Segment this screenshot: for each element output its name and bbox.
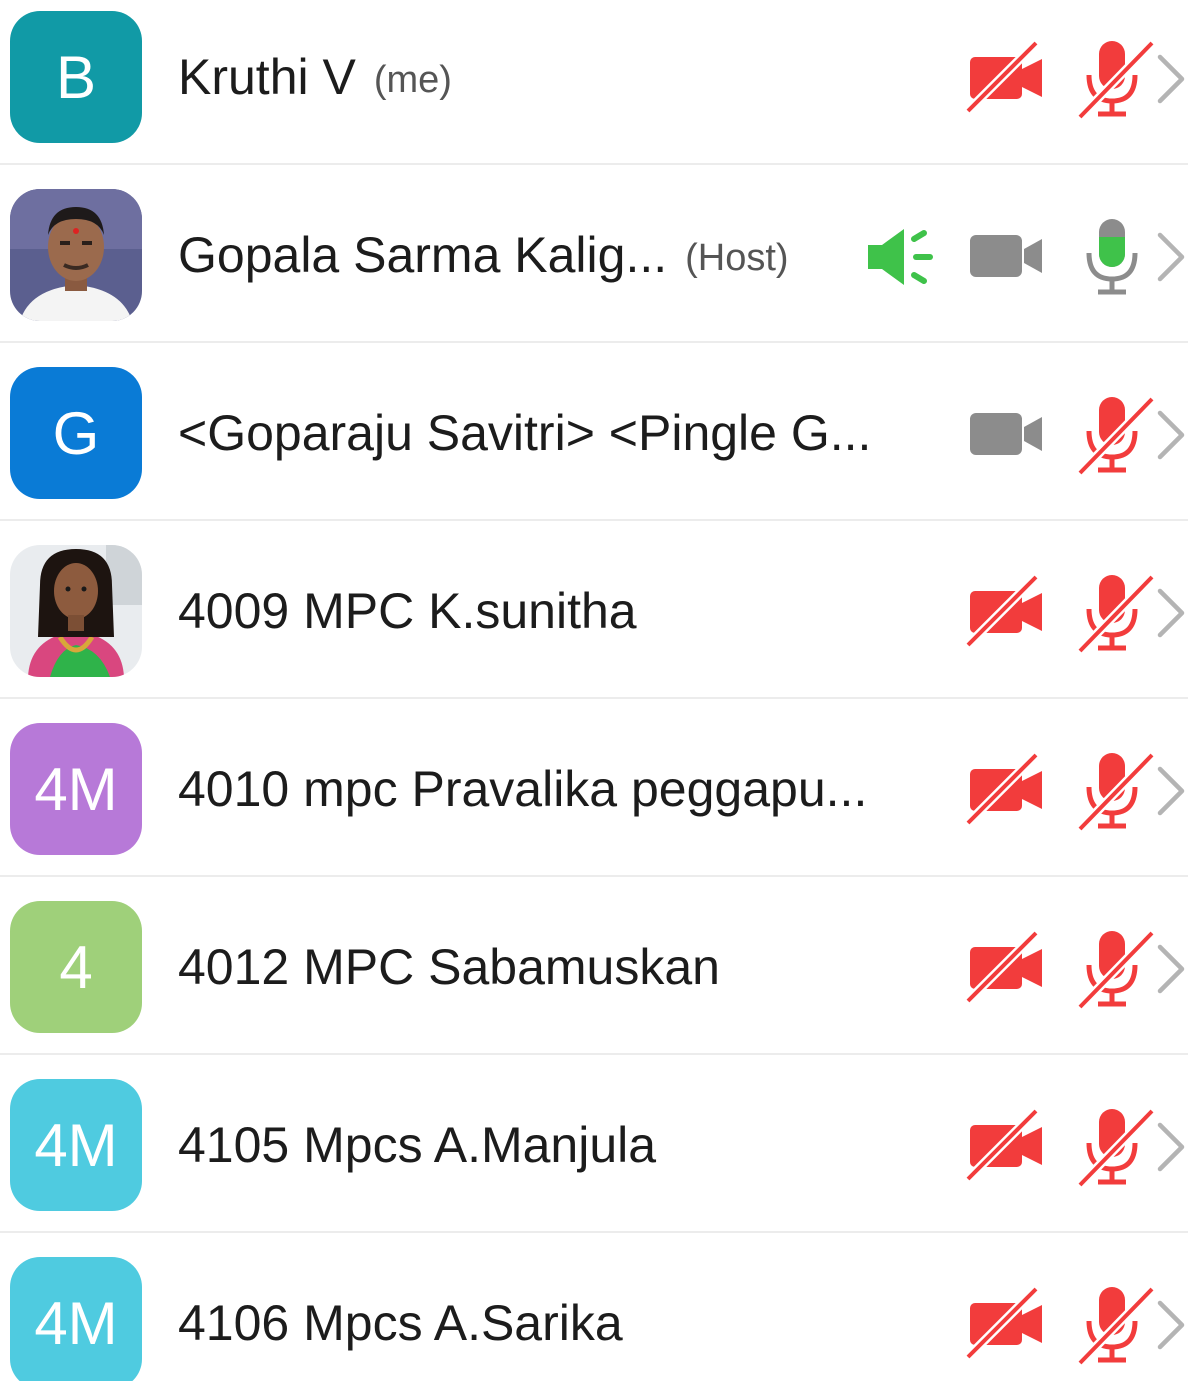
video-off-icon[interactable] <box>964 749 1046 834</box>
chevron-right-icon[interactable] <box>1154 941 1188 997</box>
chevron-right-icon[interactable] <box>1154 585 1188 641</box>
chevron-right-icon[interactable] <box>1154 1297 1188 1353</box>
avatar-text: G <box>52 399 100 467</box>
participant-name-text: 4009 MPC K.sunitha <box>178 583 637 639</box>
video-off-icon[interactable] <box>964 1105 1046 1190</box>
video-off-icon[interactable] <box>964 927 1046 1012</box>
chevron-right-icon[interactable] <box>1154 51 1188 107</box>
avatar-text: 4 <box>59 933 93 1001</box>
chevron-right-icon[interactable] <box>1154 1119 1188 1175</box>
chevron-right-icon[interactable] <box>1154 763 1188 819</box>
participant-name: 4009 MPC K.sunitha <box>178 581 637 641</box>
chevron-right-icon[interactable] <box>1154 407 1188 463</box>
participants-list: B Kruthi V (me) Gopala Sarma Kalig... (Host… <box>0 0 1188 1381</box>
avatar-initials: 4M <box>10 1257 142 1381</box>
mic-muted-icon[interactable] <box>1074 1107 1156 1192</box>
avatar-initials: B <box>10 11 142 143</box>
chevron-right-icon[interactable] <box>1154 229 1188 285</box>
avatar-initials: 4M <box>10 723 142 855</box>
mic-muted-icon[interactable] <box>1074 573 1156 658</box>
video-icon[interactable] <box>966 393 1046 478</box>
speaker-icon <box>866 225 938 294</box>
participant-name-text: 4012 MPC Sabamuskan <box>178 939 720 995</box>
participant-name-text: 4010 mpc Pravalika peggapu... <box>178 761 868 817</box>
participant-name-text: Kruthi V <box>178 49 356 105</box>
avatar-initials: 4 <box>10 901 142 1033</box>
participant-row[interactable]: Gopala Sarma Kalig... (Host) <box>0 167 1188 343</box>
avatar-initials: 4M <box>10 1079 142 1211</box>
participant-row[interactable]: G <Goparaju Savitri> <Pingle G... <box>0 345 1188 521</box>
participant-row[interactable]: 4 4012 MPC Sabamuskan <box>0 879 1188 1055</box>
mic-muted-icon[interactable] <box>1074 1285 1156 1370</box>
mic-muted-icon[interactable] <box>1074 751 1156 836</box>
avatar-text: 4M <box>34 1111 118 1179</box>
participant-name: 4010 mpc Pravalika peggapu... <box>178 759 867 819</box>
mic-active-icon[interactable] <box>1074 217 1154 302</box>
participant-name: 4105 Mpcs A.Manjula <box>178 1115 656 1175</box>
mic-muted-icon[interactable] <box>1074 929 1156 1014</box>
participant-row[interactable]: 4009 MPC K.sunitha <box>0 523 1188 699</box>
participant-name: <Goparaju Savitri> <Pingle G... <box>178 403 871 463</box>
participant-name: 4106 Mpcs A.Sarika <box>178 1293 623 1353</box>
avatar-photo <box>10 545 142 677</box>
me-label: (me) <box>373 59 452 101</box>
participant-row[interactable]: 4M 4106 Mpcs A.Sarika <box>0 1235 1188 1381</box>
video-off-icon[interactable] <box>964 571 1046 656</box>
avatar-text: B <box>55 43 97 111</box>
participant-name-text: <Goparaju Savitri> <Pingle G... <box>178 405 872 461</box>
video-off-icon[interactable] <box>964 37 1046 122</box>
video-icon[interactable] <box>966 215 1046 300</box>
mic-muted-icon[interactable] <box>1074 39 1156 124</box>
participant-name: Gopala Sarma Kalig... (Host) <box>178 225 789 285</box>
participant-name: 4012 MPC Sabamuskan <box>178 937 720 997</box>
participant-row[interactable]: 4M 4010 mpc Pravalika peggapu... <box>0 701 1188 877</box>
participant-name-text: 4106 Mpcs A.Sarika <box>178 1295 623 1351</box>
video-off-icon[interactable] <box>964 1283 1046 1368</box>
host-label: (Host) <box>685 237 789 279</box>
participant-name: Kruthi V (me) <box>178 47 452 107</box>
avatar-photo <box>10 189 142 321</box>
participant-row[interactable]: B Kruthi V (me) <box>0 0 1188 165</box>
avatar-initials: G <box>10 367 142 499</box>
mic-muted-icon[interactable] <box>1074 395 1156 480</box>
participant-name-text: 4105 Mpcs A.Manjula <box>178 1117 657 1173</box>
participant-row[interactable]: 4M 4105 Mpcs A.Manjula <box>0 1057 1188 1233</box>
participant-name-text: Gopala Sarma Kalig... <box>178 227 668 283</box>
avatar-text: 4M <box>34 755 118 823</box>
avatar-text: 4M <box>34 1289 118 1357</box>
